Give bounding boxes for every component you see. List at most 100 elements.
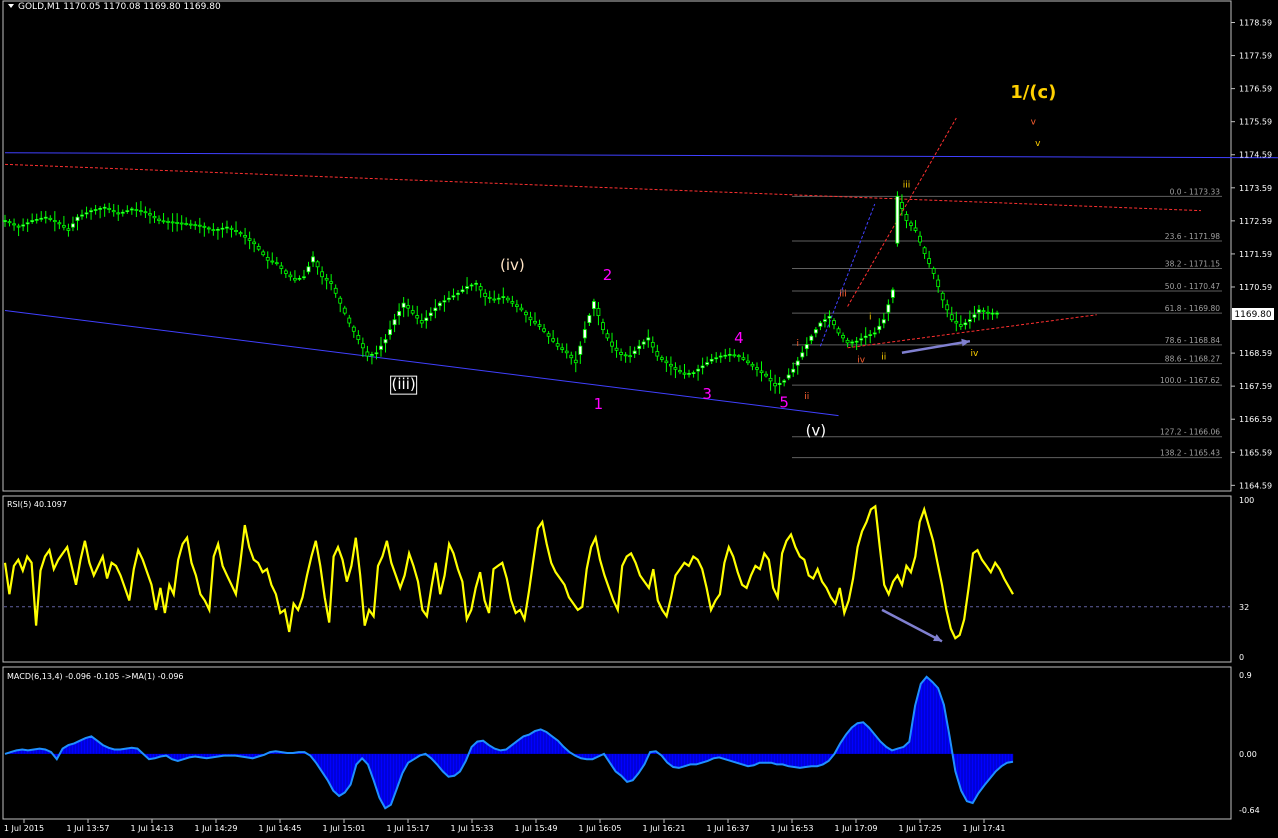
candle-body: [116, 212, 121, 215]
candle-body: [664, 360, 669, 364]
wave-label-13: i: [869, 313, 872, 323]
candle-body: [483, 292, 488, 297]
candle-body: [505, 297, 510, 301]
candle-body: [773, 382, 777, 387]
candle-body: [519, 307, 524, 311]
time-tick-label-12: 1 Jul 16:53: [771, 824, 814, 833]
candle-body: [57, 222, 62, 225]
candle-body: [243, 235, 247, 238]
candle-body: [415, 315, 420, 319]
candle-body: [691, 372, 696, 375]
candle-body: [827, 316, 832, 319]
candle-body: [21, 224, 26, 227]
candle-body: [66, 228, 71, 231]
macd-title: MACD(6,13,4) -0.096 -0.105 ->MA(1) -0.09…: [7, 672, 184, 681]
candle-body: [12, 223, 16, 226]
candle-body: [723, 354, 728, 357]
time-tick-label-8: 1 Jul 15:49: [515, 824, 558, 833]
candle-body: [836, 328, 841, 334]
candle-body: [551, 338, 556, 342]
rsi-tick-label-2: 0: [1239, 653, 1244, 662]
candle-body: [786, 374, 791, 379]
candle-body: [746, 360, 750, 364]
candle-body: [967, 319, 972, 322]
candle-body: [193, 224, 198, 227]
candle-body: [102, 206, 107, 209]
candle-body: [727, 354, 732, 356]
candle-body: [188, 223, 193, 226]
horizontal-resistance: [4, 152, 1278, 159]
candle-body: [216, 228, 220, 231]
price-divergence-arrow: [901, 339, 971, 355]
candle-body: [125, 210, 130, 213]
candle-body: [632, 350, 637, 354]
candle-body: [134, 209, 139, 211]
candle-body: [302, 276, 306, 279]
candle-body: [252, 241, 257, 245]
candle-body: [496, 297, 501, 300]
candle-body: [841, 335, 845, 339]
candle-body: [424, 317, 429, 321]
candle-body: [682, 372, 687, 375]
candle-body: [863, 335, 868, 338]
candle-body: [673, 367, 678, 370]
time-tick-label-9: 1 Jul 16:05: [579, 824, 622, 833]
candle-body: [813, 329, 818, 334]
candle-body: [456, 292, 460, 295]
candle-body: [573, 359, 578, 364]
candle-body: [678, 370, 682, 373]
candle-body: [406, 305, 411, 309]
chart-header: GOLD,M1 1170.05 1170.08 1169.80 1169.80: [18, 2, 221, 12]
candle-body: [107, 208, 112, 210]
price-tick-label-1: 1177.59: [1239, 52, 1272, 61]
rsi-divergence-arrow: [881, 608, 943, 643]
candle-body: [206, 227, 211, 230]
macd-histogram: [5, 676, 1013, 809]
candle-body: [474, 282, 479, 285]
candle-body: [641, 341, 646, 345]
red-downtrend: [4, 163, 1201, 212]
candle-body: [283, 270, 288, 274]
candle-body: [478, 286, 483, 291]
candle-body: [619, 351, 623, 355]
candle-body: [809, 335, 814, 341]
candle-body: [718, 355, 723, 358]
candle-body: [342, 307, 347, 314]
candle-body: [800, 352, 805, 358]
candle-body: [161, 220, 166, 223]
candle-body: [501, 296, 506, 298]
candle-body: [401, 302, 406, 308]
rsi-indicator: [3, 504, 1230, 643]
fib-label-3: 50.0 - 1170.47: [1165, 282, 1220, 291]
candle-body: [832, 320, 836, 326]
candle-body: [569, 354, 574, 359]
candle-body: [854, 340, 859, 343]
candle-body: [764, 373, 768, 377]
time-tick-label-4: 1 Jul 14:45: [259, 824, 302, 833]
candle-body: [71, 223, 75, 228]
price-tick-label-14: 1164.59: [1239, 481, 1272, 490]
dropdown-triangle-icon[interactable]: [8, 4, 14, 8]
candle-body: [850, 341, 855, 344]
candle-body: [900, 202, 904, 209]
price-tick-label-7: 1171.59: [1239, 250, 1272, 259]
wave-label-14: ii: [881, 352, 886, 362]
candle-body: [872, 332, 877, 335]
candle-body: [555, 343, 560, 347]
candle-body: [320, 271, 325, 278]
candle-body: [755, 367, 759, 370]
candle-body: [437, 302, 442, 307]
candle-body: [247, 238, 252, 241]
candle-body: [958, 324, 963, 327]
candle-body: [39, 217, 44, 220]
time-tick-label-5: 1 Jul 15:01: [323, 824, 366, 833]
trading-chart[interactable]: 0.0 - 1173.33 23.6 - 1171.98 38.2 - 1171.1…: [0, 0, 1278, 838]
candle-body: [714, 357, 719, 360]
candle-body: [927, 258, 932, 264]
wave-label-10: ii: [804, 392, 809, 402]
candle-body: [990, 312, 995, 315]
rsi-panel-frame: [2, 495, 1232, 663]
candle-body: [238, 232, 243, 235]
candle-body: [315, 261, 320, 268]
candle-body: [442, 300, 447, 303]
